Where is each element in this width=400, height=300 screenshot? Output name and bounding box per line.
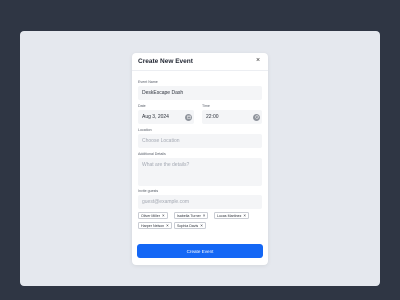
time-value: 22:00 <box>206 114 219 120</box>
calendar-icon[interactable] <box>185 113 192 121</box>
close-icon[interactable]: × <box>254 57 262 65</box>
details-label: Additional Details <box>138 152 166 156</box>
details-textarea[interactable]: What are the details? <box>138 158 262 186</box>
remove-guest-icon[interactable]: × <box>243 212 246 219</box>
create-event-label: Create Event <box>186 248 214 254</box>
clock-icon[interactable] <box>253 113 260 121</box>
modal-header: Create New Event × <box>132 53 268 71</box>
event-name-value: DeskEscape Dash <box>142 90 184 96</box>
guests-label: Invite guests <box>138 189 159 193</box>
guest-email-input[interactable]: guest@example.com <box>138 195 262 209</box>
guest-chip-name: Sophia Davis <box>177 223 199 228</box>
remove-guest-icon[interactable]: × <box>200 222 203 229</box>
date-value: Aug 3, 2024 <box>142 114 169 120</box>
details-placeholder: What are the details? <box>142 162 190 168</box>
date-input[interactable]: Aug 3, 2024 <box>138 110 194 124</box>
location-select[interactable]: Choose Location <box>138 134 262 148</box>
event-name-input[interactable]: DeskEscape Dash <box>138 86 262 100</box>
guest-email-placeholder: guest@example.com <box>142 199 190 205</box>
location-label: Location <box>138 128 152 132</box>
guest-chip-name: Oliver Miller <box>141 213 160 218</box>
guest-chip: Harper Nelson × <box>138 222 172 229</box>
guest-chip-name: Isabella Turner <box>177 213 201 218</box>
date-label: Date <box>138 104 146 108</box>
guest-chip: Oliver Miller × <box>138 212 168 219</box>
location-placeholder: Choose Location <box>142 138 180 144</box>
event-name-label: Event Name <box>138 80 158 84</box>
time-label: Time <box>202 104 210 108</box>
guest-chip: Lucas Martinez × <box>214 212 250 219</box>
create-event-modal: Create New Event × Event Name DeskEscape… <box>132 53 268 265</box>
remove-guest-icon[interactable]: × <box>203 212 206 219</box>
guest-chip-name: Harper Nelson <box>141 223 165 228</box>
remove-guest-icon[interactable]: × <box>162 212 165 219</box>
create-event-button[interactable]: Create Event <box>137 244 263 258</box>
guest-chip: Sophia Davis × <box>174 222 206 229</box>
remove-guest-icon[interactable]: × <box>166 222 169 229</box>
guest-chip: Isabella Turner × <box>174 212 209 219</box>
guest-chip-name: Lucas Martinez <box>217 213 242 218</box>
modal-title: Create New Event <box>138 58 193 65</box>
time-input[interactable]: 22:00 <box>202 110 262 124</box>
